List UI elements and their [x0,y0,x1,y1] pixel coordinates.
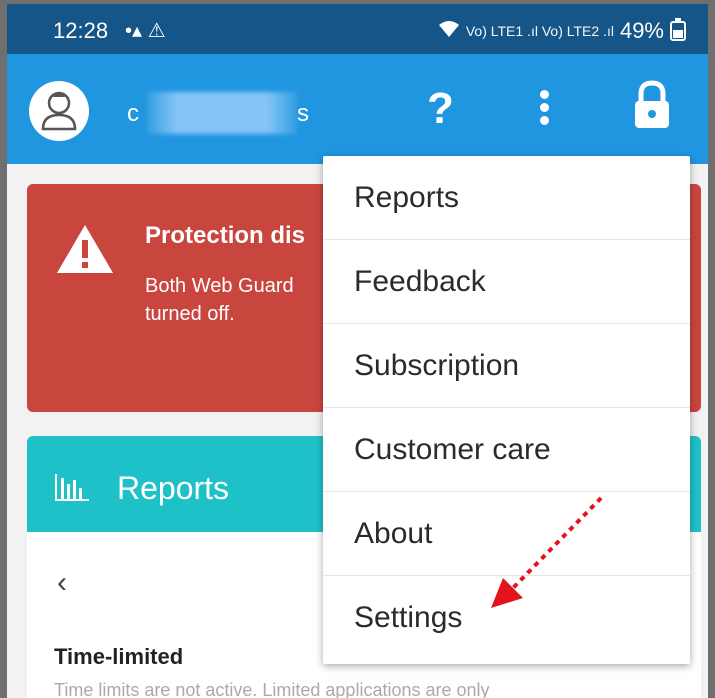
menu-item-subscription[interactable]: Subscription [323,324,690,408]
status-right: Vo) LTE1 .ıl Vo) LTE2 .ıl 49% [438,18,686,44]
notification-icons: •▴ ⚠ [125,20,166,42]
menu-item-reports[interactable]: Reports [323,156,690,240]
bar-chart-icon [53,470,93,507]
time-limited-description: Time limits are not active. Limited appl… [54,680,490,698]
battery-icon [670,18,686,41]
app-bar: c s ? [7,54,708,164]
redaction-blur [147,92,297,134]
alert-title: Protection dis [145,222,306,249]
user-name-start: c [127,100,139,127]
lock-icon[interactable] [632,80,672,135]
menu-item-feedback[interactable]: Feedback [323,240,690,324]
battery-level: 49% [619,18,664,43]
phone-screen: 12:28 •▴ ⚠ Vo) LTE1 .ıl Vo) LTE2 .ıl 49%… [7,4,708,698]
status-time: 12:28 [53,18,109,43]
annotation-arrow-icon [491,496,603,608]
status-bar: 12:28 •▴ ⚠ Vo) LTE1 .ıl Vo) LTE2 .ıl 49% [7,4,708,54]
signal-indicators: Vo) LTE1 .ıl Vo) LTE2 .ıl [465,23,614,39]
reports-title: Reports [117,470,230,506]
back-chevron-icon[interactable]: ‹ [57,566,67,600]
more-options-icon[interactable] [540,90,550,129]
time-limited-title: Time-limited [54,644,184,669]
warning-icon [55,222,115,281]
alert-body: Both Web Guard turned off. [145,275,294,325]
help-icon[interactable]: ? [427,84,454,134]
menu-item-customer-care[interactable]: Customer care [323,408,690,492]
wifi-icon [438,18,460,44]
avatar[interactable] [29,81,89,141]
user-avatar-icon [41,91,77,131]
user-name-end: s [297,100,309,127]
